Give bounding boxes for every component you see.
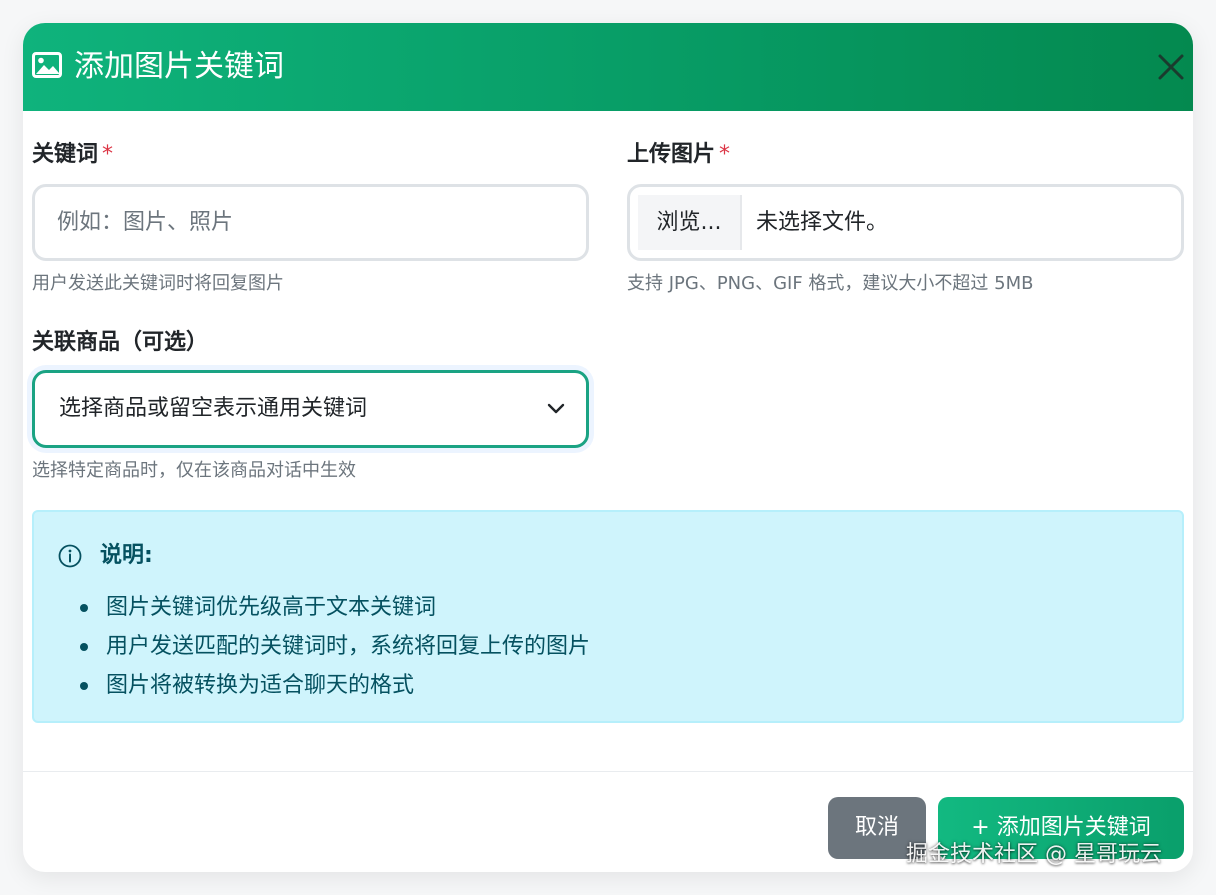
- modal-header: 添加图片关键词: [23, 23, 1193, 111]
- info-item: 图片关键词优先级高于文本关键词: [78, 588, 590, 627]
- image-file-input[interactable]: 浏览... 未选择文件。: [627, 184, 1184, 261]
- required-mark: *: [102, 142, 114, 167]
- chevron-down-icon: [547, 401, 565, 415]
- keyword-input[interactable]: [32, 184, 589, 261]
- upload-label-text: 上传图片: [627, 142, 716, 167]
- product-select-value: 选择商品或留空表示通用关键词: [59, 396, 368, 421]
- info-title: 说明:: [100, 543, 153, 568]
- product-label: 关联商品（可选）: [32, 330, 209, 355]
- watermark: 掘金技术社区 @ 星哥玩云: [906, 842, 1162, 867]
- footer-divider: [23, 771, 1193, 772]
- product-select[interactable]: 选择商品或留空表示通用关键词: [32, 370, 589, 448]
- required-mark: *: [719, 142, 731, 167]
- close-icon[interactable]: [1155, 51, 1187, 83]
- info-item: 用户发送匹配的关键词时，系统将回复上传的图片: [78, 627, 590, 666]
- info-alert: 说明: 图片关键词优先级高于文本关键词 用户发送匹配的关键词时，系统将回复上传的…: [32, 510, 1184, 723]
- upload-help: 支持 JPG、PNG、GIF 格式，建议大小不超过 5MB: [627, 273, 1034, 294]
- info-list: 图片关键词优先级高于文本关键词 用户发送匹配的关键词时，系统将回复上传的图片 图…: [78, 588, 590, 705]
- product-help: 选择特定商品时，仅在该商品对话中生效: [32, 460, 356, 481]
- file-status: 未选择文件。: [756, 210, 889, 235]
- modal-title: 添加图片关键词: [74, 49, 284, 84]
- keyword-help: 用户发送此关键词时将回复图片: [32, 273, 284, 294]
- keyword-label-text: 关键词: [32, 142, 99, 167]
- upload-label: 上传图片 *: [627, 140, 730, 170]
- keyword-label: 关键词 *: [32, 140, 113, 170]
- info-item: 图片将被转换为适合聊天的格式: [78, 666, 590, 705]
- add-image-keyword-modal: 添加图片关键词 关键词* 用户发送此关键词时将回复图片 上传图片* 浏览... …: [23, 23, 1193, 872]
- browse-button[interactable]: 浏览...: [638, 195, 742, 250]
- info-circle-icon: [58, 544, 82, 568]
- image-icon: [32, 52, 62, 78]
